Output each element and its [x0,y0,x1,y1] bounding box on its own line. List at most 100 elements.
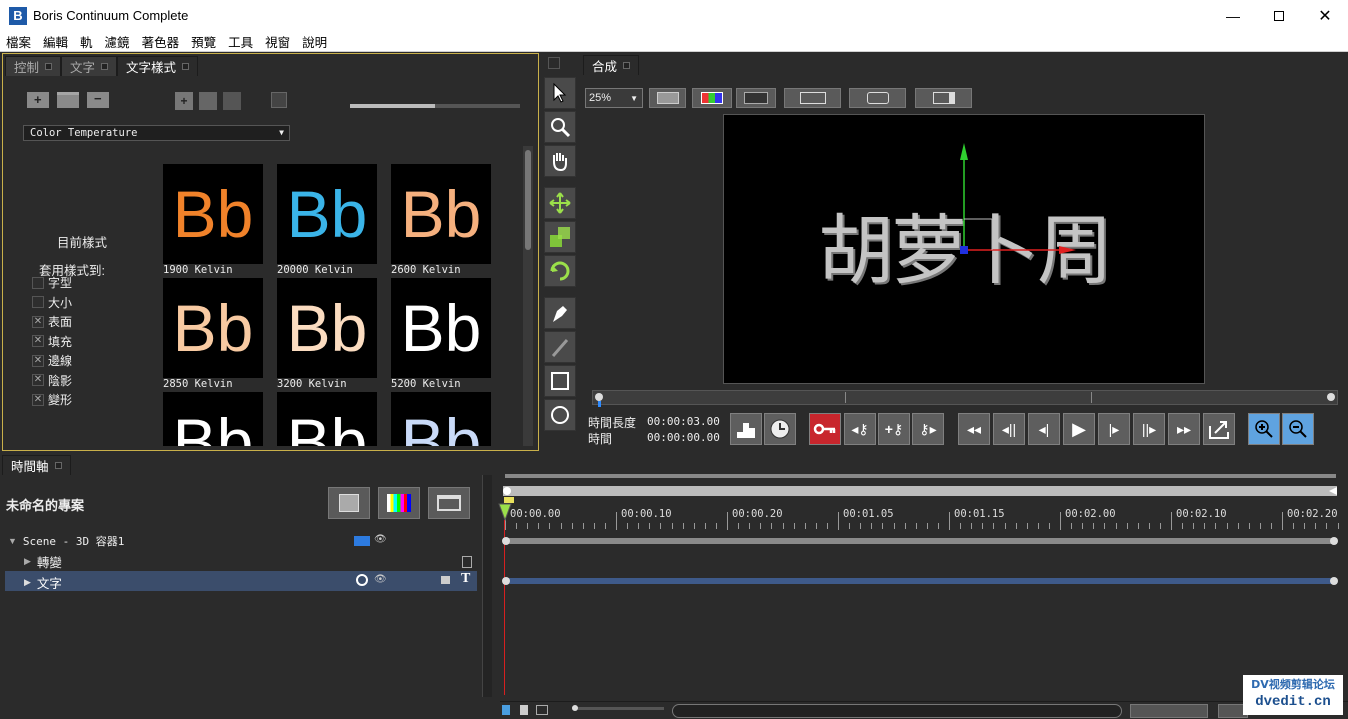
solo-icon[interactable] [356,574,368,586]
open-folder-icon[interactable] [57,92,79,108]
display-mode-button[interactable] [736,88,776,108]
go-to-start-button[interactable]: ◂◂ [958,413,990,445]
checkbox[interactable]: ✕ [32,335,44,348]
export-button[interactable] [1203,413,1235,445]
style-swatch[interactable]: Bb [391,392,491,446]
step-back-button[interactable]: ◂|| [993,413,1025,445]
menu-help[interactable]: 說明 [296,32,333,51]
add-style-icon[interactable]: + [175,92,193,110]
menu-tools[interactable]: 工具 [222,32,259,51]
filmstrip-icon[interactable] [536,705,548,715]
prev-keyframe-button[interactable]: ◂⚷ [844,413,876,445]
range-start-handle[interactable] [503,487,511,495]
style-swatch[interactable]: Bb 2600 Kelvin [391,164,491,276]
time-ruler[interactable]: 00:00.00 00:00.10 00:00.20 00:01.05 00:01.15… [500,508,1340,530]
apply-option[interactable]: ✕ 表面 [32,312,72,332]
marker-icon[interactable] [520,705,528,715]
checkbox[interactable]: ✕ [32,374,44,387]
background-color-button[interactable] [649,88,686,108]
import-folder-button[interactable] [428,487,470,519]
apply-option[interactable]: ✕ 邊線 [32,351,72,371]
expand-triangle-icon[interactable]: ▶ [24,577,31,588]
apply-option[interactable]: ✕ 陰影 [32,371,72,391]
menu-track[interactable]: 軌 [74,32,99,51]
composite-canvas[interactable]: 胡萝卜周 [723,114,1205,384]
safe-area-button[interactable] [784,88,841,108]
menu-preview[interactable]: 預覽 [185,32,222,51]
close-button[interactable]: ✕ [1302,0,1348,31]
delete-style-icon[interactable] [223,92,241,110]
track-scene[interactable]: ▼ Scene - 3D 容器1 [8,533,124,549]
rectangle-tool-icon[interactable] [544,365,576,397]
checkbox[interactable] [32,296,44,309]
style-swatch[interactable]: Bb [277,392,377,446]
preset-dropdown[interactable]: Color Temperature ▼ [23,125,290,141]
camera-view-button[interactable] [849,88,906,108]
next-frame-button[interactable]: |▸ [1098,413,1130,445]
range-end-handle[interactable] [1329,487,1337,495]
move-tool-icon[interactable] [544,187,576,219]
go-to-end-button[interactable]: ▸▸ [1168,413,1200,445]
tab-timeline[interactable]: 時間軸 [2,455,71,475]
render-region-button[interactable] [730,413,762,445]
track-transition[interactable]: ▶ 轉變 [24,552,62,571]
scrub-end-handle[interactable] [1327,393,1335,401]
next-keyframe-button[interactable]: ⚷▸ [912,413,944,445]
expand-triangle-icon[interactable]: ▶ [24,556,31,567]
tab-text[interactable]: 文字 [61,56,118,76]
zoom-out-button[interactable] [1282,413,1314,445]
timeline-splitter[interactable] [482,475,492,697]
apply-option[interactable]: ✕ 變形 [32,390,72,410]
add-keyframe-button[interactable]: +⚷ [878,413,910,445]
maximize-button[interactable] [1256,0,1302,31]
collapse-triangle-icon[interactable]: ▼ [8,536,17,546]
apply-option[interactable]: 大小 [32,293,72,313]
style-swatch[interactable]: Bb 3200 Kelvin [277,278,377,390]
color-bars-button[interactable] [378,487,420,519]
swatch-scrollbar[interactable] [523,146,533,446]
tab-controls[interactable]: 控制 [5,56,62,76]
thumbnail-size-slider[interactable] [350,104,520,108]
preview-scrub-bar[interactable] [592,390,1338,407]
apply-option[interactable]: ✕ 填充 [32,332,72,352]
scrub-start-handle[interactable] [595,393,603,401]
scene-track-bar[interactable] [502,537,1338,545]
timeline-range-bar[interactable] [503,486,1337,496]
timeline-scrollbar[interactable] [672,704,1122,718]
work-area-bar[interactable] [505,474,1336,478]
ellipse-tool-icon[interactable] [544,399,576,431]
split-view-button[interactable] [915,88,972,108]
prev-frame-button[interactable]: ◂| [1028,413,1060,445]
new-track-button[interactable] [328,487,370,519]
select-tool-icon[interactable] [544,77,576,109]
text-track-bar[interactable] [502,577,1338,585]
channels-button[interactable] [692,88,732,108]
thumbnail-view-button[interactable] [1130,704,1208,718]
hand-tool-icon[interactable] [544,145,576,177]
keyframe-mode-button[interactable] [809,413,841,445]
playhead-handle[interactable] [498,503,512,522]
menu-filter[interactable]: 濾鏡 [99,32,136,51]
rotate-tool-icon[interactable] [544,255,576,287]
save-style-icon[interactable] [199,92,217,110]
pen-tool-icon[interactable] [544,297,576,329]
menu-file[interactable]: 檔案 [0,32,37,51]
checkbox[interactable]: ✕ [32,393,44,406]
tab-composite[interactable]: 合成 [583,55,640,75]
new-folder-icon[interactable]: + [27,92,49,108]
step-forward-button[interactable]: ||▸ [1133,413,1165,445]
scale-tool-icon[interactable] [544,221,576,253]
timeline-zoom-slider[interactable] [572,705,664,711]
zoom-tool-icon[interactable] [544,111,576,143]
checkbox[interactable] [32,276,44,289]
track-text[interactable]: ▶ 文字 [24,573,62,592]
lock-icon[interactable] [441,576,450,584]
transform-gizmo[interactable] [724,115,1206,385]
tab-text-style[interactable]: 文字樣式 [117,56,199,76]
zoom-select[interactable]: 25% ▼ [585,88,643,108]
apply-option[interactable]: 字型 [32,273,72,293]
style-swatch[interactable]: Bb [163,392,263,446]
pencil-tool-icon[interactable] [544,331,576,363]
checkbox[interactable]: ✕ [32,354,44,367]
zoom-in-button[interactable] [1248,413,1280,445]
